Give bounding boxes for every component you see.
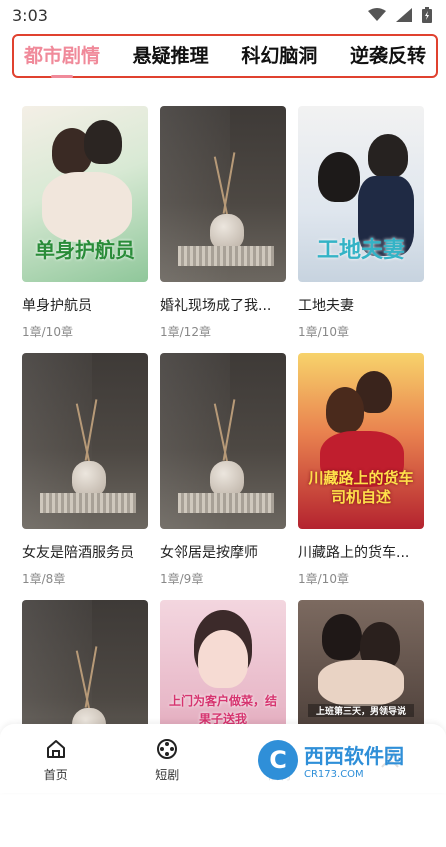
status-time: 3:03 — [12, 5, 48, 25]
book-title: 川藏路上的货车... — [298, 545, 410, 561]
tab-scifi[interactable]: 科幻脑洞 — [241, 41, 317, 72]
cover-figure — [198, 630, 248, 688]
cover-title: 上门为客户做菜，结果子送我 — [168, 694, 277, 726]
book-title: 工地夫妻 — [298, 298, 354, 314]
book-meta: 1章/10章 — [22, 325, 73, 339]
book-cover[interactable]: 单身护航员 — [22, 106, 148, 282]
book-meta: 1章/8章 — [22, 572, 66, 586]
wifi-icon — [368, 8, 386, 21]
book-title: 婚礼现场成了我... — [160, 298, 272, 314]
status-icons — [368, 7, 432, 23]
battery-icon — [422, 7, 432, 23]
watermark: C 西西软件园 CR173.COM — [248, 734, 438, 786]
status-bar: 3:03 — [0, 0, 446, 30]
book-card[interactable]: 婚礼现场成了我... 1章/12章 — [160, 106, 286, 353]
cover-figure — [318, 152, 360, 202]
cover-figure — [326, 387, 364, 433]
book-meta: 1章/9章 — [160, 572, 204, 586]
cover-figure — [84, 120, 122, 164]
book-cover[interactable] — [160, 353, 286, 529]
film-reel-icon — [157, 739, 178, 759]
book-cover[interactable] — [160, 106, 286, 282]
cover-figure — [322, 614, 362, 660]
nav-item-short-drama[interactable]: 短剧 — [127, 738, 207, 783]
book-card[interactable]: 女邻居是按摩师 1章/9章 — [160, 353, 286, 600]
book-meta: 1章/12章 — [160, 325, 211, 339]
tab-urban-drama[interactable]: 都市剧情 — [24, 41, 100, 72]
cover-title: 川藏路上的货车司机自述 — [308, 469, 414, 506]
book-meta: 1章/10章 — [298, 572, 349, 586]
book-card[interactable]: 工地夫妻 工地夫妻 1章/10章 — [298, 106, 424, 353]
nav-label: 首页 — [43, 768, 68, 782]
book-card[interactable]: 单身护航员 单身护航员 1章/10章 — [22, 106, 148, 353]
cover-title: 工地夫妻 — [316, 238, 405, 263]
book-meta: 1章/10章 — [298, 325, 349, 339]
watermark-sub: CR173.COM — [304, 769, 364, 780]
nav-label: 短剧 — [155, 768, 180, 782]
cover-title: 单身护航员 — [35, 238, 135, 262]
book-cover[interactable]: 工地夫妻 — [298, 106, 424, 282]
cover-title: 上班第三天，男领导说 — [308, 704, 414, 717]
cover-figure — [368, 134, 408, 178]
watermark-text: 西西软件园 CR173.COM — [304, 740, 404, 780]
category-tabs: 都市剧情 悬疑推理 科幻脑洞 逆袭反转 — [12, 34, 438, 78]
cover-figure — [318, 660, 404, 706]
book-cover[interactable] — [22, 353, 148, 529]
book-cover[interactable]: 川藏路上的货车司机自述 — [298, 353, 424, 529]
book-title: 女友是陪酒服务员 — [22, 545, 134, 561]
book-card[interactable]: 川藏路上的货车司机自述 川藏路上的货车... 1章/10章 — [298, 353, 424, 600]
cover-figure — [42, 172, 132, 242]
watermark-main: 西西软件园 — [304, 744, 404, 768]
watermark-logo: C — [258, 740, 298, 780]
home-icon — [46, 740, 65, 758]
signal-icon — [396, 8, 412, 22]
book-title: 单身护航员 — [22, 298, 92, 314]
book-card[interactable]: 女友是陪酒服务员 1章/8章 — [22, 353, 148, 600]
tab-comeback[interactable]: 逆袭反转 — [350, 41, 426, 72]
book-title: 女邻居是按摩师 — [160, 545, 258, 561]
nav-item-home[interactable]: 首页 — [16, 738, 96, 783]
tab-mystery[interactable]: 悬疑推理 — [133, 41, 209, 72]
